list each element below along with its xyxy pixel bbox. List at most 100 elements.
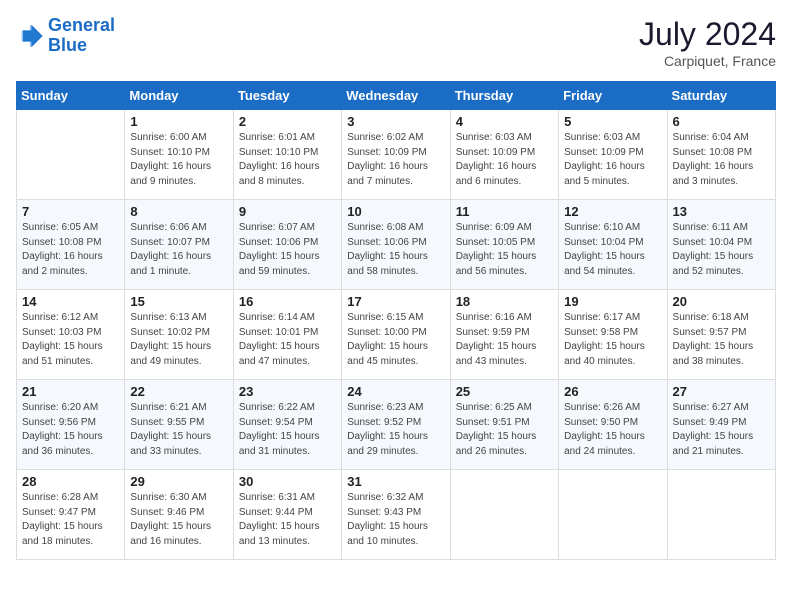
col-header-saturday: Saturday: [667, 82, 775, 110]
day-cell-16: 16 Sunrise: 6:14 AMSunset: 10:01 PMDaylig…: [233, 290, 341, 380]
week-row-4: 21 Sunrise: 6:20 AMSunset: 9:56 PMDayligh…: [17, 380, 776, 470]
day-info: Sunrise: 6:27 AMSunset: 9:49 PMDaylight:…: [673, 401, 770, 459]
day-number: 24: [347, 384, 444, 399]
day-number: 27: [673, 384, 770, 399]
day-number: 30: [239, 474, 336, 489]
day-cell-19: 19Sunrise: 6:17 AMSunset: 9:58 PMDayligh…: [559, 290, 667, 380]
day-number: 1: [130, 114, 227, 129]
day-number: 20: [673, 294, 770, 309]
day-number: 26: [564, 384, 661, 399]
day-cell-12: 12Sunrise: 6:10 AMSunset: 10:04 PMDaylig…: [559, 200, 667, 290]
day-info: Sunrise: 6:18 AMSunset: 9:57 PMDaylight:…: [673, 311, 770, 369]
day-number: 8: [130, 204, 227, 219]
day-number: 28: [22, 474, 119, 489]
day-cell-15: 15 Sunrise: 6:13 AMSunset: 10:02 PMDaylig…: [125, 290, 233, 380]
logo-icon: [16, 22, 44, 50]
day-number: 17: [347, 294, 444, 309]
day-number: 11: [456, 204, 553, 219]
day-info: Sunrise: 6:06 AMSunset: 10:07 PMDaylight…: [130, 221, 227, 279]
logo: GeneralBlue: [16, 16, 115, 56]
day-cell-23: 23 Sunrise: 6:22 AMSunset: 9:54 PMDayligh…: [233, 380, 341, 470]
day-number: 15: [130, 294, 227, 309]
day-number: 6: [673, 114, 770, 129]
day-info: Sunrise: 6:22 AMSunset: 9:54 PMDaylight:…: [239, 401, 336, 459]
day-cell-20: 20 Sunrise: 6:18 AMSunset: 9:57 PMDayligh…: [667, 290, 775, 380]
day-info: Sunrise: 6:20 AMSunset: 9:56 PMDaylight:…: [22, 401, 119, 459]
day-number: 10: [347, 204, 444, 219]
day-info: Sunrise: 6:03 AMSunset: 10:09 PMDaylight…: [456, 131, 553, 189]
col-header-wednesday: Wednesday: [342, 82, 450, 110]
day-cell-24: 24Sunrise: 6:23 AMSunset: 9:52 PMDayligh…: [342, 380, 450, 470]
day-info: Sunrise: 6:28 AMSunset: 9:47 PMDaylight:…: [22, 491, 119, 549]
month-year: July 2024: [639, 16, 776, 53]
week-row-3: 14Sunrise: 6:12 AMSunset: 10:03 PMDaylig…: [17, 290, 776, 380]
day-number: 23: [239, 384, 336, 399]
calendar-table: SundayMondayTuesdayWednesdayThursdayFrid…: [16, 81, 776, 560]
day-info: Sunrise: 6:16 AMSunset: 9:59 PMDaylight:…: [456, 311, 553, 369]
day-info: Sunrise: 6:31 AMSunset: 9:44 PMDaylight:…: [239, 491, 336, 549]
day-number: 31: [347, 474, 444, 489]
day-number: 7: [22, 204, 119, 219]
empty-cell: [559, 470, 667, 560]
day-cell-21: 21 Sunrise: 6:20 AMSunset: 9:56 PMDayligh…: [17, 380, 125, 470]
empty-cell: [450, 470, 558, 560]
day-cell-5: 5Sunrise: 6:03 AMSunset: 10:09 PMDayligh…: [559, 110, 667, 200]
day-number: 4: [456, 114, 553, 129]
col-header-sunday: Sunday: [17, 82, 125, 110]
day-info: Sunrise: 6:32 AMSunset: 9:43 PMDaylight:…: [347, 491, 444, 549]
day-cell-3: 3 Sunrise: 6:02 AMSunset: 10:09 PMDayligh…: [342, 110, 450, 200]
day-cell-8: 8 Sunrise: 6:06 AMSunset: 10:07 PMDayligh…: [125, 200, 233, 290]
col-header-friday: Friday: [559, 82, 667, 110]
week-row-2: 7 Sunrise: 6:05 AMSunset: 10:08 PMDayligh…: [17, 200, 776, 290]
day-number: 21: [22, 384, 119, 399]
day-cell-10: 10 Sunrise: 6:08 AMSunset: 10:06 PMDaylig…: [342, 200, 450, 290]
day-info: Sunrise: 6:08 AMSunset: 10:06 PMDaylight…: [347, 221, 444, 279]
col-header-tuesday: Tuesday: [233, 82, 341, 110]
day-cell-30: 30 Sunrise: 6:31 AMSunset: 9:44 PMDayligh…: [233, 470, 341, 560]
day-number: 13: [673, 204, 770, 219]
day-info: Sunrise: 6:30 AMSunset: 9:46 PMDaylight:…: [130, 491, 227, 549]
day-info: Sunrise: 6:10 AMSunset: 10:04 PMDaylight…: [564, 221, 661, 279]
day-number: 9: [239, 204, 336, 219]
day-number: 16: [239, 294, 336, 309]
day-cell-1: 1Sunrise: 6:00 AMSunset: 10:10 PMDayligh…: [125, 110, 233, 200]
empty-cell: [667, 470, 775, 560]
day-info: Sunrise: 6:11 AMSunset: 10:04 PMDaylight…: [673, 221, 770, 279]
day-info: Sunrise: 6:21 AMSunset: 9:55 PMDaylight:…: [130, 401, 227, 459]
location: Carpiquet, France: [639, 53, 776, 69]
day-number: 25: [456, 384, 553, 399]
day-info: Sunrise: 6:12 AMSunset: 10:03 PMDaylight…: [22, 311, 119, 369]
day-number: 19: [564, 294, 661, 309]
day-info: Sunrise: 6:09 AMSunset: 10:05 PMDaylight…: [456, 221, 553, 279]
col-header-thursday: Thursday: [450, 82, 558, 110]
day-cell-6: 6Sunrise: 6:04 AMSunset: 10:08 PMDayligh…: [667, 110, 775, 200]
day-number: 5: [564, 114, 661, 129]
day-cell-29: 29 Sunrise: 6:30 AMSunset: 9:46 PMDayligh…: [125, 470, 233, 560]
day-number: 3: [347, 114, 444, 129]
day-info: Sunrise: 6:26 AMSunset: 9:50 PMDaylight:…: [564, 401, 661, 459]
page-header: GeneralBlue July 2024 Carpiquet, France: [16, 16, 776, 69]
week-row-1: 1Sunrise: 6:00 AMSunset: 10:10 PMDayligh…: [17, 110, 776, 200]
day-cell-2: 2 Sunrise: 6:01 AMSunset: 10:10 PMDayligh…: [233, 110, 341, 200]
day-cell-18: 18Sunrise: 6:16 AMSunset: 9:59 PMDayligh…: [450, 290, 558, 380]
day-info: Sunrise: 6:02 AMSunset: 10:09 PMDaylight…: [347, 131, 444, 189]
day-cell-25: 25Sunrise: 6:25 AMSunset: 9:51 PMDayligh…: [450, 380, 558, 470]
logo-text: GeneralBlue: [48, 16, 115, 56]
day-info: Sunrise: 6:05 AMSunset: 10:08 PMDaylight…: [22, 221, 119, 279]
day-cell-13: 13 Sunrise: 6:11 AMSunset: 10:04 PMDaylig…: [667, 200, 775, 290]
day-number: 2: [239, 114, 336, 129]
day-cell-28: 28 Sunrise: 6:28 AMSunset: 9:47 PMDayligh…: [17, 470, 125, 560]
day-cell-4: 4 Sunrise: 6:03 AMSunset: 10:09 PMDayligh…: [450, 110, 558, 200]
day-cell-22: 22Sunrise: 6:21 AMSunset: 9:55 PMDayligh…: [125, 380, 233, 470]
day-info: Sunrise: 6:01 AMSunset: 10:10 PMDaylight…: [239, 131, 336, 189]
empty-cell: [17, 110, 125, 200]
week-row-5: 28 Sunrise: 6:28 AMSunset: 9:47 PMDayligh…: [17, 470, 776, 560]
day-cell-27: 27 Sunrise: 6:27 AMSunset: 9:49 PMDayligh…: [667, 380, 775, 470]
day-number: 29: [130, 474, 227, 489]
day-info: Sunrise: 6:13 AMSunset: 10:02 PMDaylight…: [130, 311, 227, 369]
day-cell-7: 7 Sunrise: 6:05 AMSunset: 10:08 PMDayligh…: [17, 200, 125, 290]
title-section: July 2024 Carpiquet, France: [639, 16, 776, 69]
day-info: Sunrise: 6:07 AMSunset: 10:06 PMDaylight…: [239, 221, 336, 279]
day-cell-17: 17Sunrise: 6:15 AMSunset: 10:00 PMDaylig…: [342, 290, 450, 380]
day-info: Sunrise: 6:14 AMSunset: 10:01 PMDaylight…: [239, 311, 336, 369]
